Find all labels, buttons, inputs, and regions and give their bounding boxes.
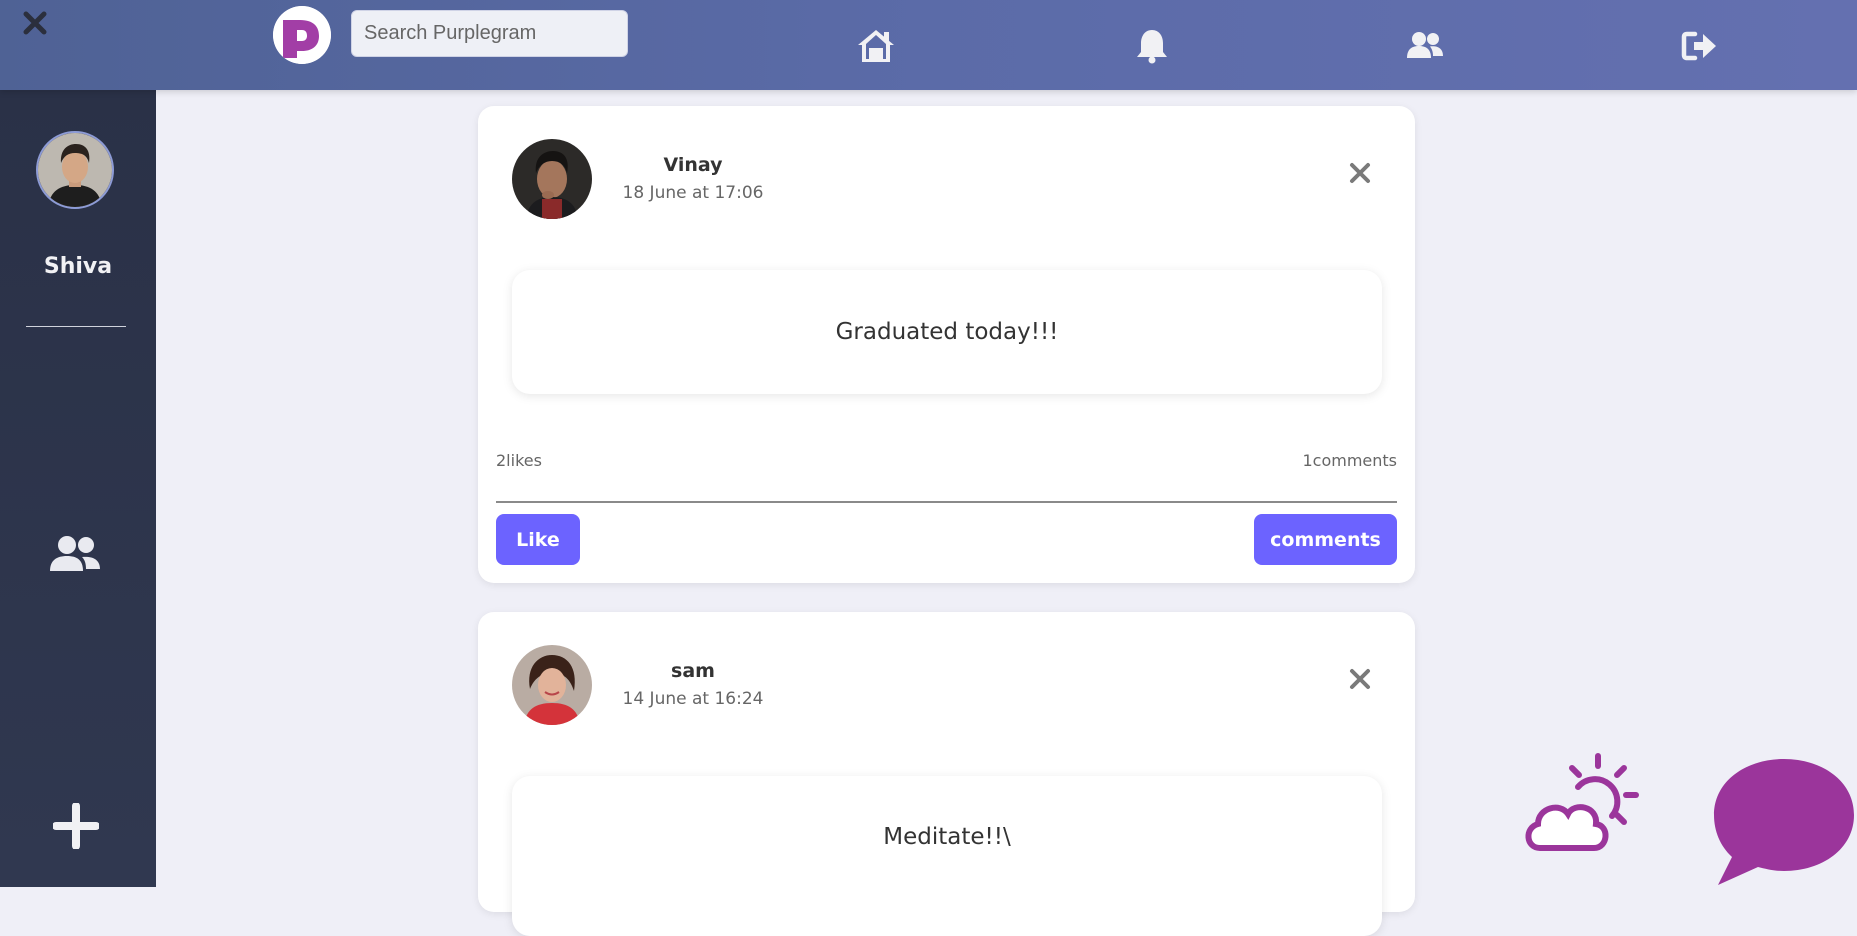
search-input[interactable]: [351, 10, 628, 57]
bell-icon[interactable]: [1133, 28, 1171, 64]
post-content: Meditate!!\: [512, 776, 1382, 936]
chat-bubble-icon[interactable]: [1712, 757, 1857, 887]
post-author-avatar[interactable]: [512, 645, 592, 725]
like-button[interactable]: Like: [496, 514, 580, 565]
close-icon[interactable]: [1349, 162, 1371, 184]
author-photo: [512, 139, 592, 219]
user-name: Shiva: [43, 254, 113, 279]
comments-button[interactable]: comments: [1254, 514, 1397, 565]
post-author-name[interactable]: Vinay: [613, 154, 773, 176]
user-photo: [38, 133, 112, 207]
post-card: Vinay 18 June at 17:06 Graduated today!!…: [478, 106, 1415, 583]
weather-icon[interactable]: [1520, 752, 1655, 862]
purplegram-logo[interactable]: [273, 6, 331, 64]
author-photo: [512, 645, 592, 725]
sidebar: Shiva: [0, 90, 156, 887]
logout-icon[interactable]: [1681, 28, 1719, 64]
post-content: Graduated today!!!: [512, 270, 1382, 394]
close-icon[interactable]: [1349, 668, 1371, 690]
avatar[interactable]: [36, 131, 114, 209]
home-icon[interactable]: [857, 28, 895, 64]
close-icon[interactable]: [22, 10, 48, 36]
likes-count[interactable]: 2likes: [496, 451, 542, 470]
top-bar: [0, 0, 1857, 90]
divider: [496, 501, 1397, 503]
post-author-avatar[interactable]: [512, 139, 592, 219]
logo-icon: [273, 6, 331, 64]
plus-icon[interactable]: [53, 803, 99, 849]
friends-icon[interactable]: [1406, 28, 1444, 64]
comments-count[interactable]: 1comments: [1302, 451, 1397, 470]
post-author-name[interactable]: sam: [613, 660, 773, 682]
friends-icon[interactable]: [49, 533, 101, 573]
post-card: sam 14 June at 16:24 Meditate!!\: [478, 612, 1415, 936]
divider: [26, 326, 126, 327]
post-timestamp: 14 June at 16:24: [622, 689, 764, 709]
post-timestamp: 18 June at 17:06: [622, 183, 764, 203]
